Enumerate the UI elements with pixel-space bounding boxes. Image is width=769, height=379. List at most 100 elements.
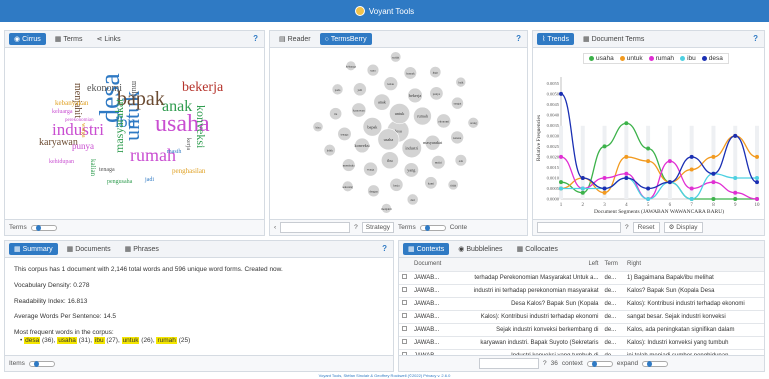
table-row[interactable]: JAWAB... Desa Kalos? Bapak Sun (Kopala de.… (399, 297, 764, 311)
items-slider[interactable] (28, 360, 55, 367)
term-bubble[interactable]: konveksi (354, 137, 371, 154)
data-point-rumah[interactable] (689, 186, 694, 191)
help-small-icon[interactable]: ? (625, 224, 629, 231)
data-point-desa[interactable] (711, 171, 716, 176)
tab-links[interactable]: ⋖ Links (91, 33, 125, 45)
data-point-ibu[interactable] (689, 197, 694, 201)
terms-slider[interactable] (419, 224, 446, 231)
term-bubble[interactable]: bisa (312, 121, 324, 133)
scroll-left-icon[interactable]: ‹ (274, 224, 276, 231)
cloud-word[interactable]: punya (72, 141, 94, 151)
cloud-word[interactable]: kalian (89, 159, 97, 177)
data-point-usaha[interactable] (624, 121, 629, 126)
term-bubble[interactable]: pada (331, 83, 344, 96)
term-bubble[interactable]: sekarang (342, 180, 354, 192)
term-bubble[interactable]: orang (467, 116, 480, 129)
term-bubble[interactable]: sudah (390, 51, 402, 63)
help-small-icon[interactable]: ? (543, 360, 547, 367)
term-bubble[interactable]: ada (454, 154, 467, 167)
row-expander-icon[interactable] (399, 297, 411, 311)
term-bubble[interactable]: mulai (431, 155, 446, 170)
help-icon[interactable]: ? (253, 34, 258, 43)
data-point-desa[interactable] (755, 180, 759, 185)
cloud-word[interactable]: kerja (185, 138, 191, 150)
term-bubble[interactable]: jadi (353, 82, 367, 97)
table-row[interactable]: JAWAB... karyawan industri. Bapak Suyoto … (399, 336, 764, 350)
term-bubble[interactable]: kalau (383, 76, 399, 91)
data-point-rumah[interactable] (624, 171, 629, 176)
data-point-desa[interactable] (733, 133, 738, 138)
tab-bubblelines[interactable]: ◉ Bubblelines (453, 243, 507, 255)
term-bubble[interactable]: kerja (389, 177, 404, 192)
cloud-word[interactable]: bekerja (182, 80, 224, 95)
row-expander-icon[interactable] (399, 323, 411, 337)
help-icon[interactable]: ? (382, 244, 387, 253)
expand-slider[interactable] (642, 360, 669, 367)
cloud-word[interactable]: jadi (144, 177, 154, 183)
frequent-word[interactable]: ibu (93, 336, 105, 344)
term-bubble[interactable]: dengan (367, 184, 380, 198)
search-combo[interactable] (537, 222, 621, 233)
data-point-desa[interactable] (602, 186, 607, 191)
data-point-untuk[interactable] (689, 167, 694, 172)
term-bubble[interactable]: untuk (389, 103, 411, 125)
tab-phrases[interactable]: ▦ Phrases (120, 243, 164, 255)
term-bubble[interactable]: punya (429, 86, 444, 101)
term-bubble[interactable]: usaha (377, 128, 400, 151)
column-header-left[interactable]: Left (449, 258, 602, 272)
cloud-word[interactable]: keluarga (52, 109, 73, 115)
display-button[interactable]: ⚙ Display (663, 222, 703, 233)
term-bubble[interactable]: industri (401, 137, 422, 159)
data-point-rumah[interactable] (755, 197, 759, 201)
frequent-word[interactable]: untuk (121, 336, 140, 344)
term-bubble[interactable]: kami (424, 176, 438, 190)
row-expander-icon[interactable] (399, 271, 411, 285)
term-bubble[interactable]: karena (450, 130, 464, 145)
data-point-untuk[interactable] (602, 190, 607, 195)
term-bubble[interactable]: warga (363, 161, 378, 177)
cloud-word[interactable]: kebanyakan (55, 99, 89, 107)
term-bubble[interactable]: bapak (362, 117, 383, 137)
series-line-usaha[interactable] (560, 122, 757, 200)
column-header-document[interactable]: Document (411, 258, 450, 272)
data-point-desa[interactable] (624, 175, 629, 180)
tab-documents[interactable]: ▦ Documents (62, 243, 116, 255)
data-point-untuk[interactable] (755, 154, 759, 159)
tab-reader[interactable]: ▤ Reader (274, 33, 316, 45)
row-expander-icon[interactable] (399, 310, 411, 324)
cloud-word[interactable]: masih (167, 149, 181, 155)
table-row[interactable]: JAWAB... Kalos): Kontribusi industri terh… (399, 310, 764, 324)
table-row[interactable]: JAWAB... industri ini terhadap perekonomi… (399, 284, 764, 298)
data-point-desa[interactable] (580, 175, 585, 180)
term-bubble[interactable]: ibu (381, 151, 399, 170)
help-icon[interactable]: ? (753, 34, 758, 43)
tab-collocates[interactable]: ▦ Collocates (512, 243, 563, 255)
terms-slider[interactable] (30, 224, 57, 231)
term-bubble[interactable]: bekerja (407, 87, 423, 104)
data-point-ibu[interactable] (646, 197, 651, 201)
help-small-icon[interactable]: ? (354, 224, 358, 231)
tab-document-terms[interactable]: ▦ Document Terms (578, 33, 649, 45)
column-header-right[interactable]: Right (624, 258, 764, 272)
frequent-word[interactable]: rumah (156, 336, 177, 344)
data-point-rumah[interactable] (559, 154, 563, 159)
term-bubble[interactable]: banyak (403, 66, 417, 80)
cloud-word[interactable]: pengusaha (107, 179, 133, 185)
data-point-untuk[interactable] (646, 159, 651, 164)
strategy-select[interactable]: Strategy (361, 222, 395, 233)
term-bubble[interactable]: keluarga (345, 60, 357, 71)
data-point-rumah[interactable] (711, 180, 716, 185)
term-bubble[interactable]: lebih (323, 144, 336, 157)
data-point-rumah[interactable] (667, 159, 672, 164)
term-bubble[interactable]: tidak (447, 179, 459, 191)
data-point-usaha[interactable] (602, 144, 607, 149)
data-point-ibu[interactable] (755, 175, 759, 180)
cloud-word[interactable]: tenaga (99, 167, 115, 173)
data-point-desa[interactable] (689, 154, 694, 159)
cloud-word[interactable]: konveksi (194, 105, 208, 149)
data-point-untuk[interactable] (711, 154, 716, 159)
search-combo[interactable] (479, 358, 539, 369)
data-point-usaha[interactable] (733, 197, 738, 201)
data-point-usaha[interactable] (711, 197, 716, 201)
cloud-word[interactable]: perekonomian (65, 118, 94, 123)
